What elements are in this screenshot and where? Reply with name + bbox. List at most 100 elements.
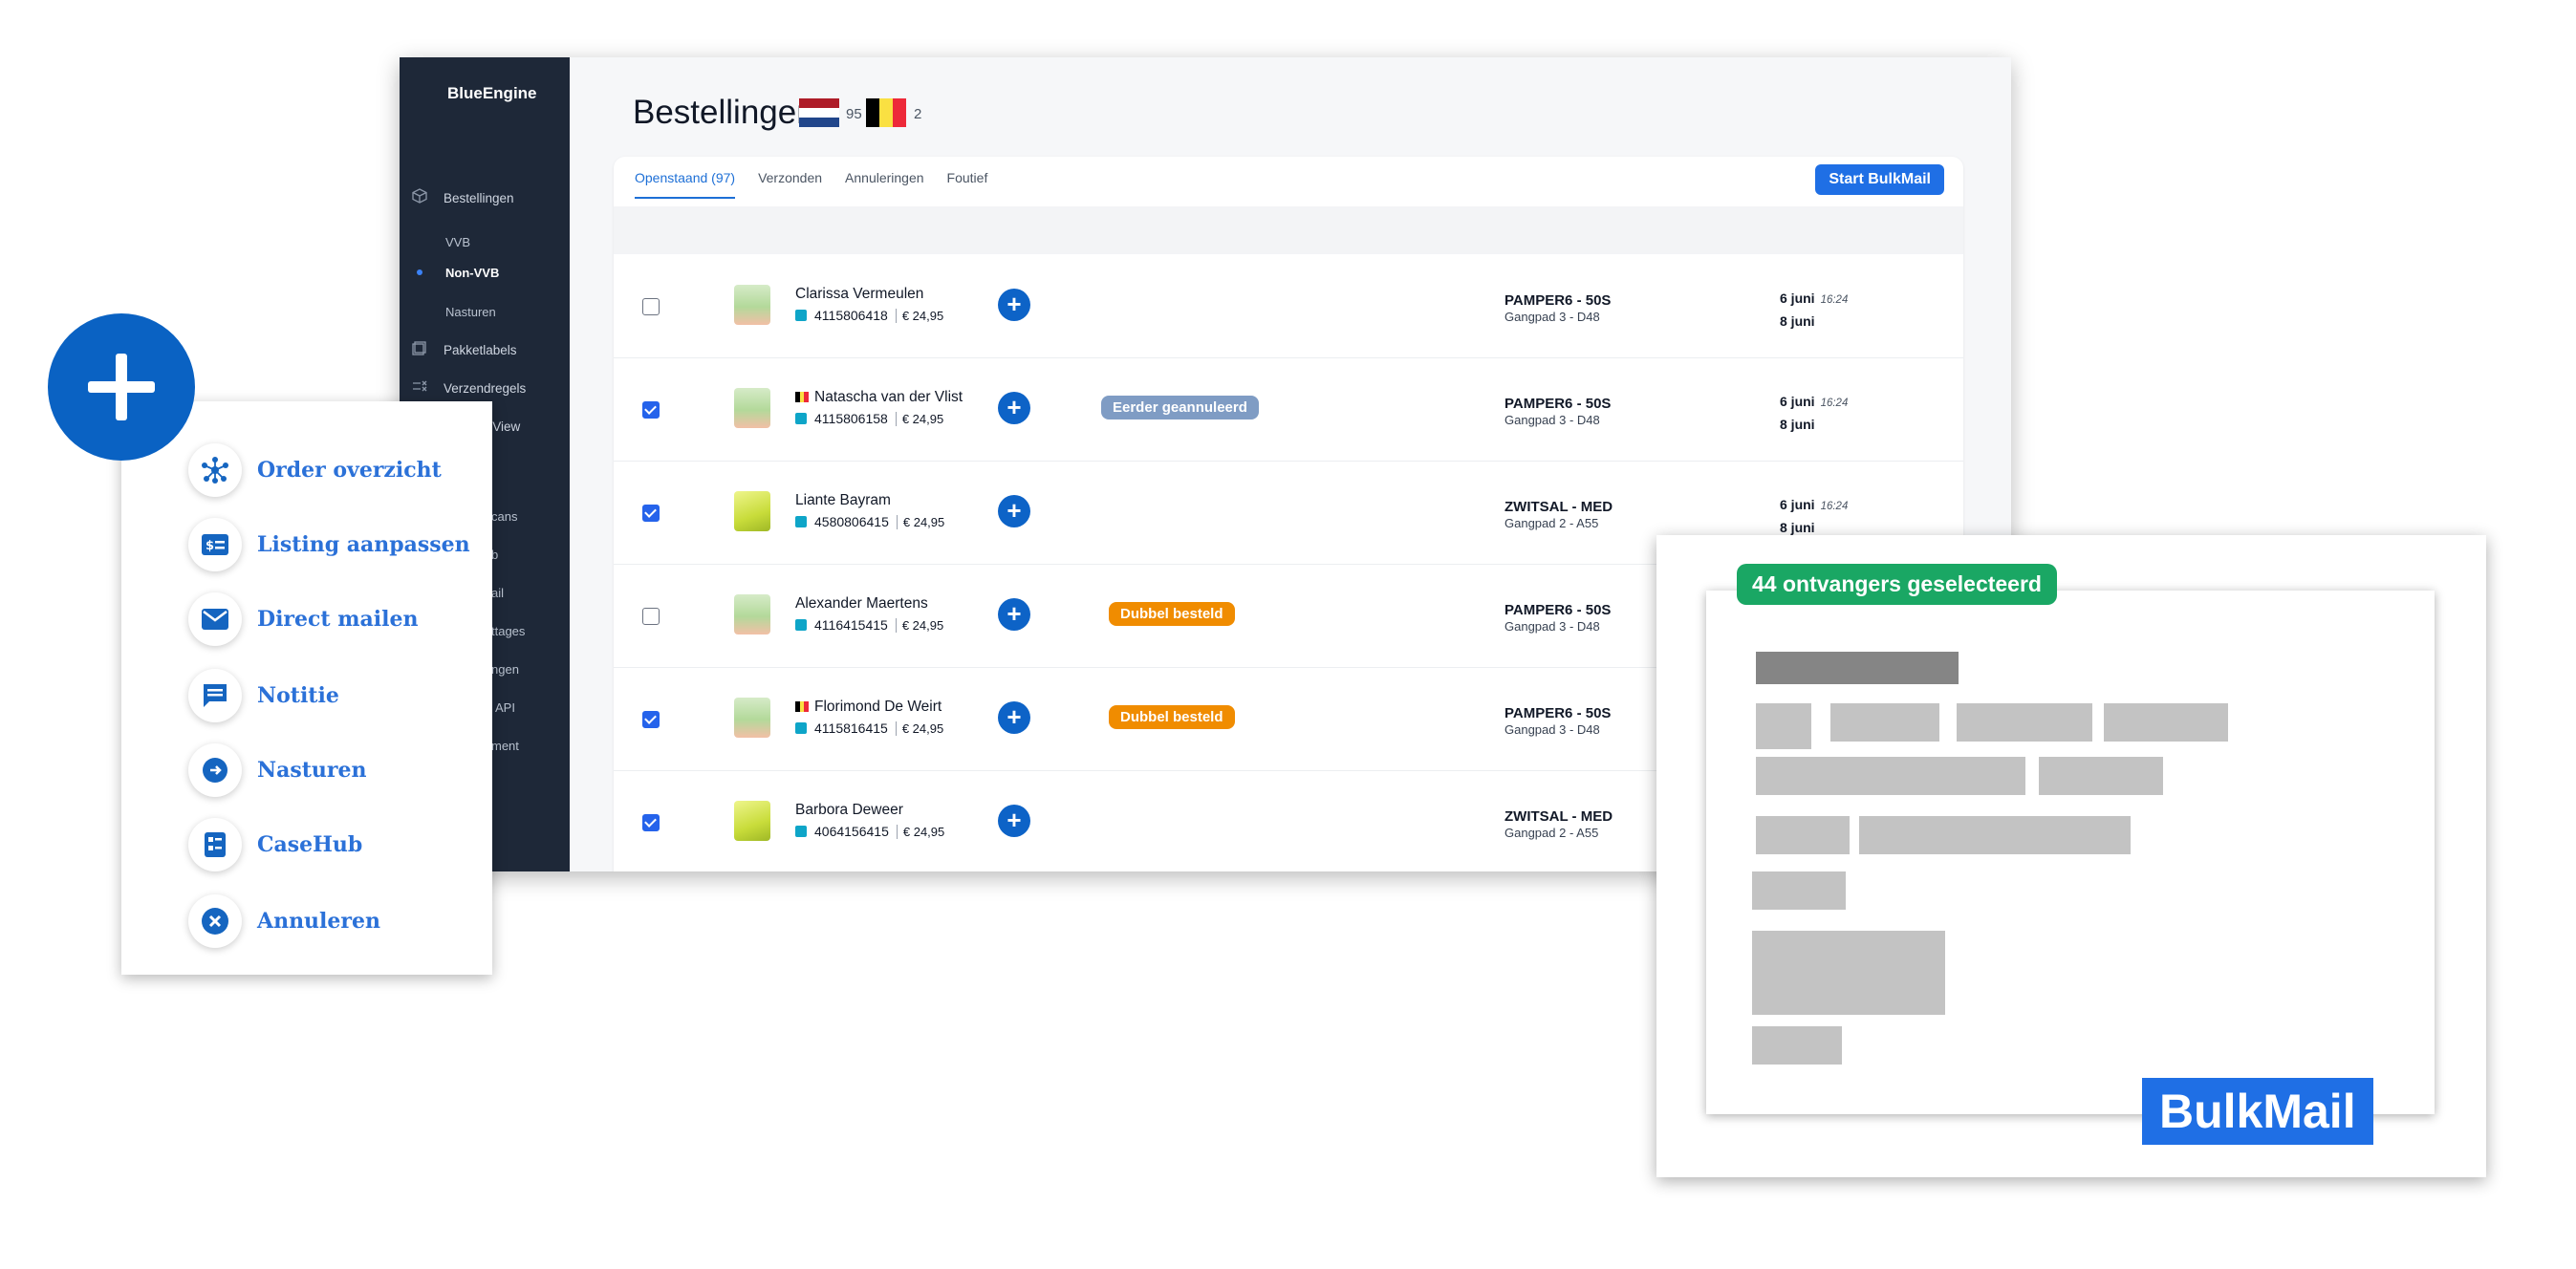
bulkmail-logo: BulkMail [2142,1078,2373,1145]
tab-openstaand[interactable]: Openstaand (97) [635,170,736,199]
order-id: 4580806415 [814,514,889,529]
warehouse-location: Gangpad 3 - D48 [1504,413,1600,427]
delivery-date: 8 juni [1780,520,1815,535]
order-type-icon [795,826,807,837]
action-label: Notitie [257,683,339,708]
customer-name-text: Barbora Deweer [795,802,903,818]
row-plus-button[interactable]: + [998,495,1030,527]
row-checkbox[interactable] [642,711,660,728]
order-time: 16:24 [1820,398,1849,409]
order-info: 4064156415 € 24,95 [795,824,944,839]
action-label: Direct mailen [257,607,419,632]
placeholder-block [1756,816,1850,854]
row-plus-button[interactable]: + [998,392,1030,424]
rules-icon [409,378,430,398]
row-checkbox[interactable] [642,814,660,831]
sidebar-item-partial[interactable]: ment [491,735,519,758]
tab-bar: Openstaand (97) Verzonden Annuleringen F… [635,170,987,199]
warehouse-location: Gangpad 3 - D48 [1504,722,1600,737]
tab-foutief[interactable]: Foutief [947,170,988,199]
order-info: 4116415415 € 24,95 [795,617,943,633]
product-thumbnail [734,801,770,841]
row-checkbox[interactable] [642,505,660,522]
order-date: 6 juni 16:24 [1780,290,1848,306]
action-label: Nasturen [257,758,367,783]
product-sku: ZWITSAL - MED [1504,808,1613,825]
product-thumbnail [734,388,770,428]
placeholder-block [1752,1026,1842,1065]
box-icon [409,188,430,207]
row-plus-button[interactable]: + [998,805,1030,837]
cancel-icon [188,894,242,948]
plus-icon[interactable] [48,313,195,461]
sidebar-item-partial[interactable]: cans [491,505,517,528]
tab-annuleringen[interactable]: Annuleringen [845,170,924,199]
order-type-icon [795,619,807,631]
labels-icon [409,340,430,359]
row-checkbox[interactable] [642,298,660,315]
table-row[interactable]: Clarissa Vermeulen 4115806418 € 24,95 + PAMP… [614,254,1963,358]
row-plus-button[interactable]: + [998,598,1030,631]
placeholder-block [1756,757,2025,795]
casehub-icon [188,818,242,871]
delivery-date: 8 juni [1780,313,1815,329]
be-count: 2 [914,106,922,122]
active-dot [417,269,422,275]
order-date: 6 juni 16:24 [1780,497,1848,512]
email-template-preview [1706,591,2435,1114]
row-plus-button[interactable]: + [998,289,1030,321]
customer-name-text: Florimond De Weirt [814,699,942,715]
mail-icon [188,592,242,646]
nl-count: 95 [846,106,862,122]
row-plus-button[interactable]: + [998,701,1030,734]
status-badge: Eerder geannuleerd [1101,396,1259,419]
order-type-icon [795,310,807,321]
order-info: 4115806158 € 24,95 [795,411,943,426]
table-row[interactable]: Natascha van der Vlist 4115806158 € 24,95 +… [614,357,1963,462]
sidebar-item-verzendregels[interactable]: Verzendregels [409,374,526,402]
action-nasturen[interactable]: Nasturen [188,743,367,797]
tab-verzonden[interactable]: Verzonden [758,170,822,199]
product-sku: PAMPER6 - 50S [1504,705,1612,721]
belgium-flag-icon [795,701,810,713]
order-id: 4116415415 [814,617,888,633]
sidebar-item-partial[interactable]: ttages [491,620,525,643]
customer-name-text: Natascha van der Vlist [814,389,963,405]
status-badge: Dubbel besteld [1109,602,1235,626]
network-icon [188,443,242,497]
sidebar-sub-vvb[interactable]: VVB [445,231,470,254]
placeholder-block [1756,652,1959,684]
action-order-overzicht[interactable]: Order overzicht [188,443,442,497]
order-info: 4580806415 € 24,95 [795,514,944,529]
sidebar-sub-non-vvb[interactable]: Non-VVB [445,262,499,285]
sidebar-item-label: Verzendregels [444,380,527,396]
sidebar-item-partial[interactable]: ngen [491,658,519,681]
action-casehub[interactable]: CaseHub [188,818,362,871]
order-price: € 24,95 [896,824,944,839]
warehouse-location: Gangpad 3 - D48 [1504,310,1600,324]
bulkmail-preview: 44 ontvangers geselecteerd BulkMail [1656,535,2486,1177]
action-direct-mailen[interactable]: Direct mailen [188,592,418,646]
row-checkbox[interactable] [642,608,660,625]
action-annuleren[interactable]: Annuleren [188,894,380,948]
order-price: € 24,95 [895,617,943,633]
sidebar-item-pakketlabels[interactable]: Pakketlabels [409,335,517,364]
order-type-icon [795,413,807,424]
forward-icon [188,743,242,797]
sidebar-item-partial[interactable]: b [491,544,498,567]
start-bulkmail-button[interactable]: Start BulkMail [1815,164,1944,195]
order-price: € 24,95 [896,514,944,529]
sidebar-item-partial[interactable]: API [495,697,515,720]
order-id: 4064156415 [814,824,889,839]
order-id: 4115806418 [814,308,888,323]
action-notitie[interactable]: Notitie [188,669,339,722]
action-listing-aanpassen[interactable]: $ Listing aanpassen [188,518,470,571]
sidebar-item-bestellingen[interactable]: Bestellingen [409,183,514,212]
warehouse-location: Gangpad 3 - D48 [1504,619,1600,634]
row-checkbox[interactable] [642,401,660,419]
customer-name: Clarissa Vermeulen [795,286,923,303]
placeholder-block [1830,703,1939,742]
sidebar-item-partial[interactable]: ail [491,582,504,605]
sidebar-sub-nasturen[interactable]: Nasturen [445,301,496,324]
order-price: € 24,95 [895,411,943,426]
